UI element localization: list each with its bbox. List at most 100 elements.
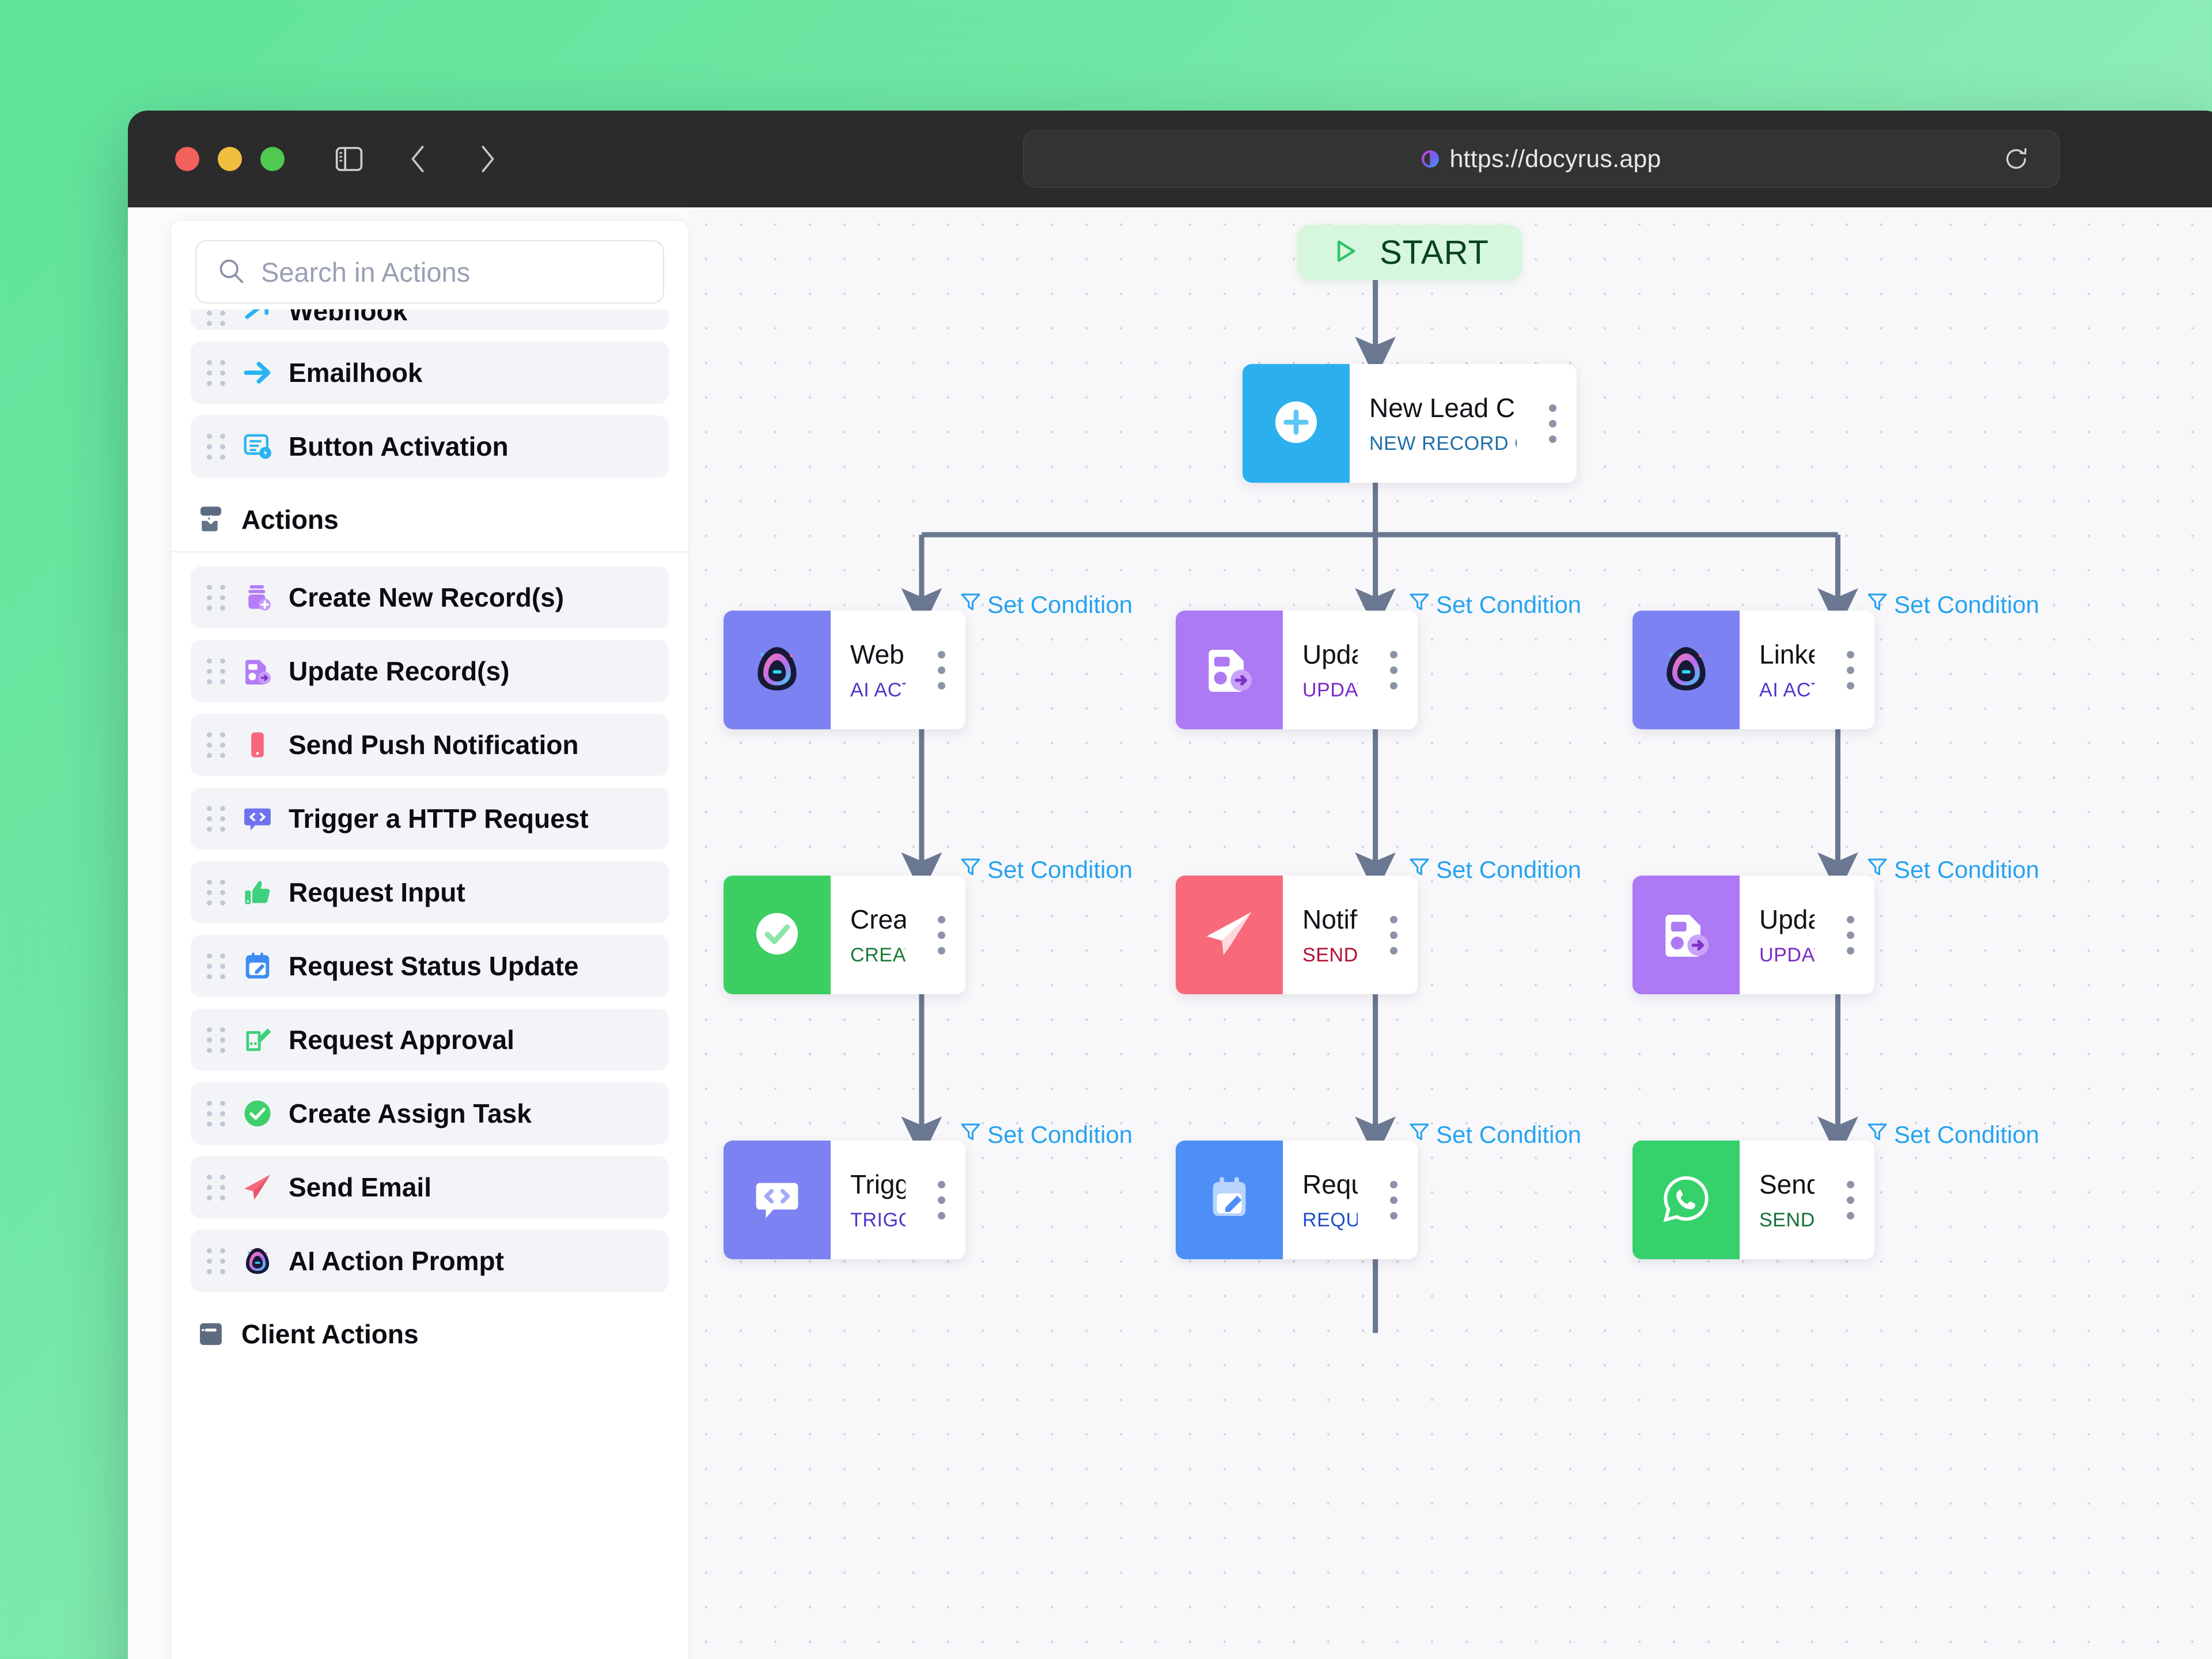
sidebar-item-send-email[interactable]: Send Email [191,1156,669,1218]
condition-text: Set Condition [1436,856,1582,883]
address-bar[interactable]: https://docyrus.app [1023,130,2060,188]
url-text: https://docyrus.app [1449,145,1661,173]
sidebar-item-button-activation[interactable]: Button Activation [191,415,669,478]
sidebar-item-request-input[interactable]: Request Input [191,861,669,923]
search-icon [216,256,246,289]
sidebar-item-label: Request Status Update [289,951,579,981]
sidebar-scroll-area[interactable]: Webhook Emailhook Button Activation Acti… [171,309,688,1659]
set-condition-label-3[interactable]: Set Condition [1865,590,2039,620]
actions-sidebar: Webhook Emailhook [171,220,689,1659]
minimize-window-button[interactable] [218,147,242,171]
sidebar-item-label: Webhook [289,309,408,326]
condition-text: Set Condition [987,591,1133,618]
node-subtitle: AI ACTION PROMPT [850,679,906,701]
search-input[interactable] [261,256,643,288]
paper-plane-icon [1202,906,1257,964]
set-condition-label-5[interactable]: Set Condition [1407,855,1581,885]
node-title: Update Record [1759,904,1815,934]
webhook-arrow-icon [241,309,274,327]
node-subtitle: CREATE ASSIGN TASK [850,944,906,966]
browser-toolbar: https://docyrus.app [128,111,2212,207]
set-condition-label-9[interactable]: Set Condition [1865,1120,2039,1150]
sidebar-item-ai-action-prompt[interactable]: AI Action Prompt [191,1230,669,1292]
node-title: LinkedIn Enhancer [1759,639,1815,669]
node-update-record[interactable]: Update Record UPDATE RECORD(S) [1633,876,1874,994]
search-box[interactable] [195,240,664,304]
sidebar-item-create-assign-task[interactable]: Create Assign Task [191,1082,669,1145]
sidebar-item-label: Emailhook [289,358,423,388]
node-new-lead-created[interactable]: New Lead Created NEW RECORD CREATED [1243,364,1577,483]
sidebar-item-label: Create New Record(s) [289,582,565,612]
kebab-menu-icon[interactable] [1375,876,1418,994]
node-text: New Lead Created NEW RECORD CREATED [1350,364,1534,483]
button-activation-icon [241,430,274,463]
kebab-menu-icon[interactable] [923,611,965,729]
kebab-menu-icon[interactable] [1375,611,1418,729]
start-node[interactable]: START [1297,225,1522,280]
kebab-menu-icon[interactable] [923,1141,965,1259]
window-traffic-lights [175,147,285,171]
check-circle-icon [241,1097,274,1130]
sidebar-item-send-push-notification[interactable]: Send Push Notification [191,714,669,776]
kebab-menu-icon[interactable] [923,876,965,994]
drag-handle-icon[interactable] [207,584,226,611]
drag-handle-icon[interactable] [207,1247,226,1275]
drag-handle-icon[interactable] [207,657,226,685]
sidebar-group-label: Actions [241,505,339,535]
sidebar-item-update-records[interactable]: Update Record(s) [191,640,669,702]
drag-handle-icon[interactable] [207,1026,226,1054]
sidebar-item-webhook[interactable]: Webhook [191,309,669,330]
node-notify-email[interactable]: Notify Email SEND EMAIL [1176,876,1418,994]
maximize-window-button[interactable] [260,147,285,171]
sidebar-item-request-status-update[interactable]: Request Status Update [191,935,669,997]
node-update-lead[interactable]: Update Lead UPDATE RECORD(S) [1176,611,1418,729]
node-trigger-http-request[interactable]: Trigger a HTTP Req... TRIGGER A HTTP REQ… [724,1141,965,1259]
node-create-task-to-back[interactable]: Create Task to Back... CREATE ASSIGN TAS… [724,876,965,994]
sidebar-item-create-new-records[interactable]: Create New Record(s) [191,566,669,628]
sidebar-item-trigger-http-request[interactable]: Trigger a HTTP Request [191,787,669,850]
drag-handle-icon[interactable] [207,878,226,906]
set-condition-label-7[interactable]: Set Condition [959,1120,1132,1150]
set-condition-label-4[interactable]: Set Condition [959,855,1132,885]
kebab-menu-icon[interactable] [1832,1141,1874,1259]
drag-handle-icon[interactable] [207,309,226,327]
plus-circle-icon [1270,396,1323,452]
workflow-canvas[interactable]: START New Lead Created NEW RECORD CREATE… [689,207,2212,1659]
node-accent-panel [1243,364,1350,483]
site-favicon-icon [1422,150,1440,168]
drag-handle-icon[interactable] [207,1173,226,1201]
drag-handle-icon[interactable] [207,433,226,460]
sidebar-item-request-approval[interactable]: Request Approval [191,1009,669,1071]
approval-edit-icon [241,1024,274,1056]
node-title: Send Whatsapp M... [1759,1169,1815,1199]
set-condition-label-1[interactable]: Set Condition [959,590,1132,620]
reload-icon[interactable] [2001,144,2031,174]
node-send-whatsapp-message[interactable]: Send Whatsapp M... SEND WHATSAPP M... [1633,1141,1874,1259]
trigger-items-list: Webhook Emailhook Button Activation [171,309,688,478]
kebab-menu-icon[interactable] [1832,611,1874,729]
back-button[interactable] [400,141,437,177]
node-linkedin-enhancer[interactable]: LinkedIn Enhancer AI ACTION PROMPT [1633,611,1874,729]
forward-button[interactable] [469,141,506,177]
kebab-menu-icon[interactable] [1375,1141,1418,1259]
set-condition-label-8[interactable]: Set Condition [1407,1120,1581,1150]
drag-handle-icon[interactable] [207,805,226,832]
set-condition-label-2[interactable]: Set Condition [1407,590,1581,620]
node-request-status-update[interactable]: Request Status Upd... REQUEST STATUS UPD… [1176,1141,1418,1259]
ai-prompt-icon [241,1245,274,1277]
node-text: Create Task to Back... CREATE ASSIGN TAS… [831,876,923,994]
sidebar-item-label: Send Push Notification [289,730,579,760]
node-web-enhancer[interactable]: Web Enhancer AI ACTION PROMPT [724,611,965,729]
drag-handle-icon[interactable] [207,952,226,980]
set-condition-label-6[interactable]: Set Condition [1865,855,2039,885]
condition-text: Set Condition [987,1121,1133,1148]
sidebar-toggle-icon[interactable] [331,141,368,177]
kebab-menu-icon[interactable] [1832,876,1874,994]
drag-handle-icon[interactable] [207,359,226,387]
kebab-menu-icon[interactable] [1534,364,1577,483]
drag-handle-icon[interactable] [207,1100,226,1127]
sidebar-item-emailhook[interactable]: Emailhook [191,342,669,404]
whatsapp-icon [1659,1172,1713,1229]
drag-handle-icon[interactable] [207,731,226,759]
close-window-button[interactable] [175,147,199,171]
